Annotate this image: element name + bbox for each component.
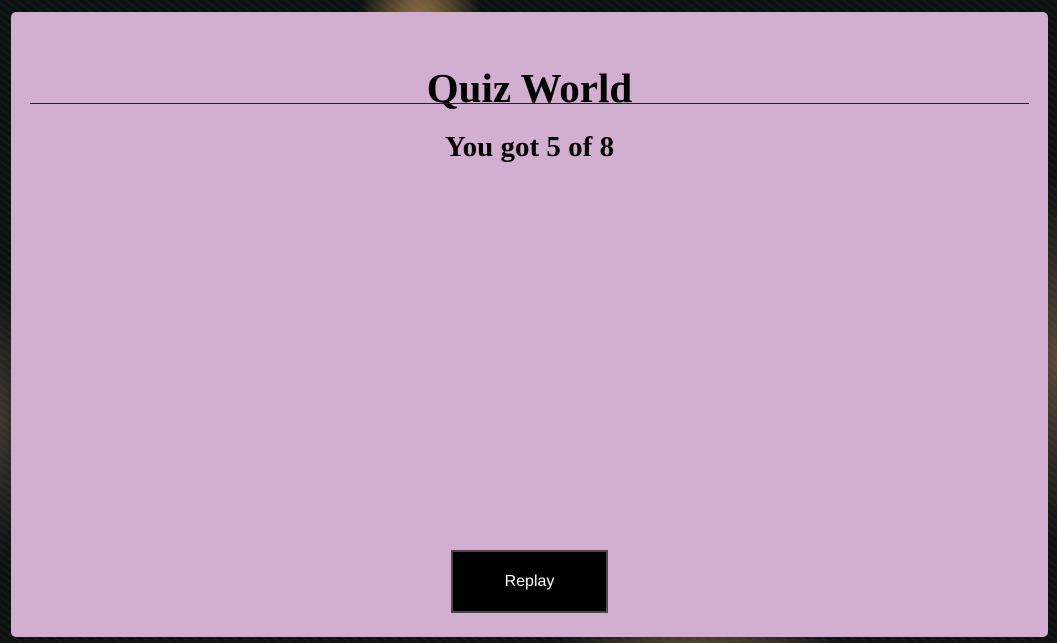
score-result: You got 5 of 8 [444, 131, 615, 163]
title-divider [30, 103, 1029, 104]
replay-button[interactable]: Replay [451, 550, 608, 613]
quiz-card: Quiz World You got 5 of 8 Replay [11, 12, 1048, 637]
